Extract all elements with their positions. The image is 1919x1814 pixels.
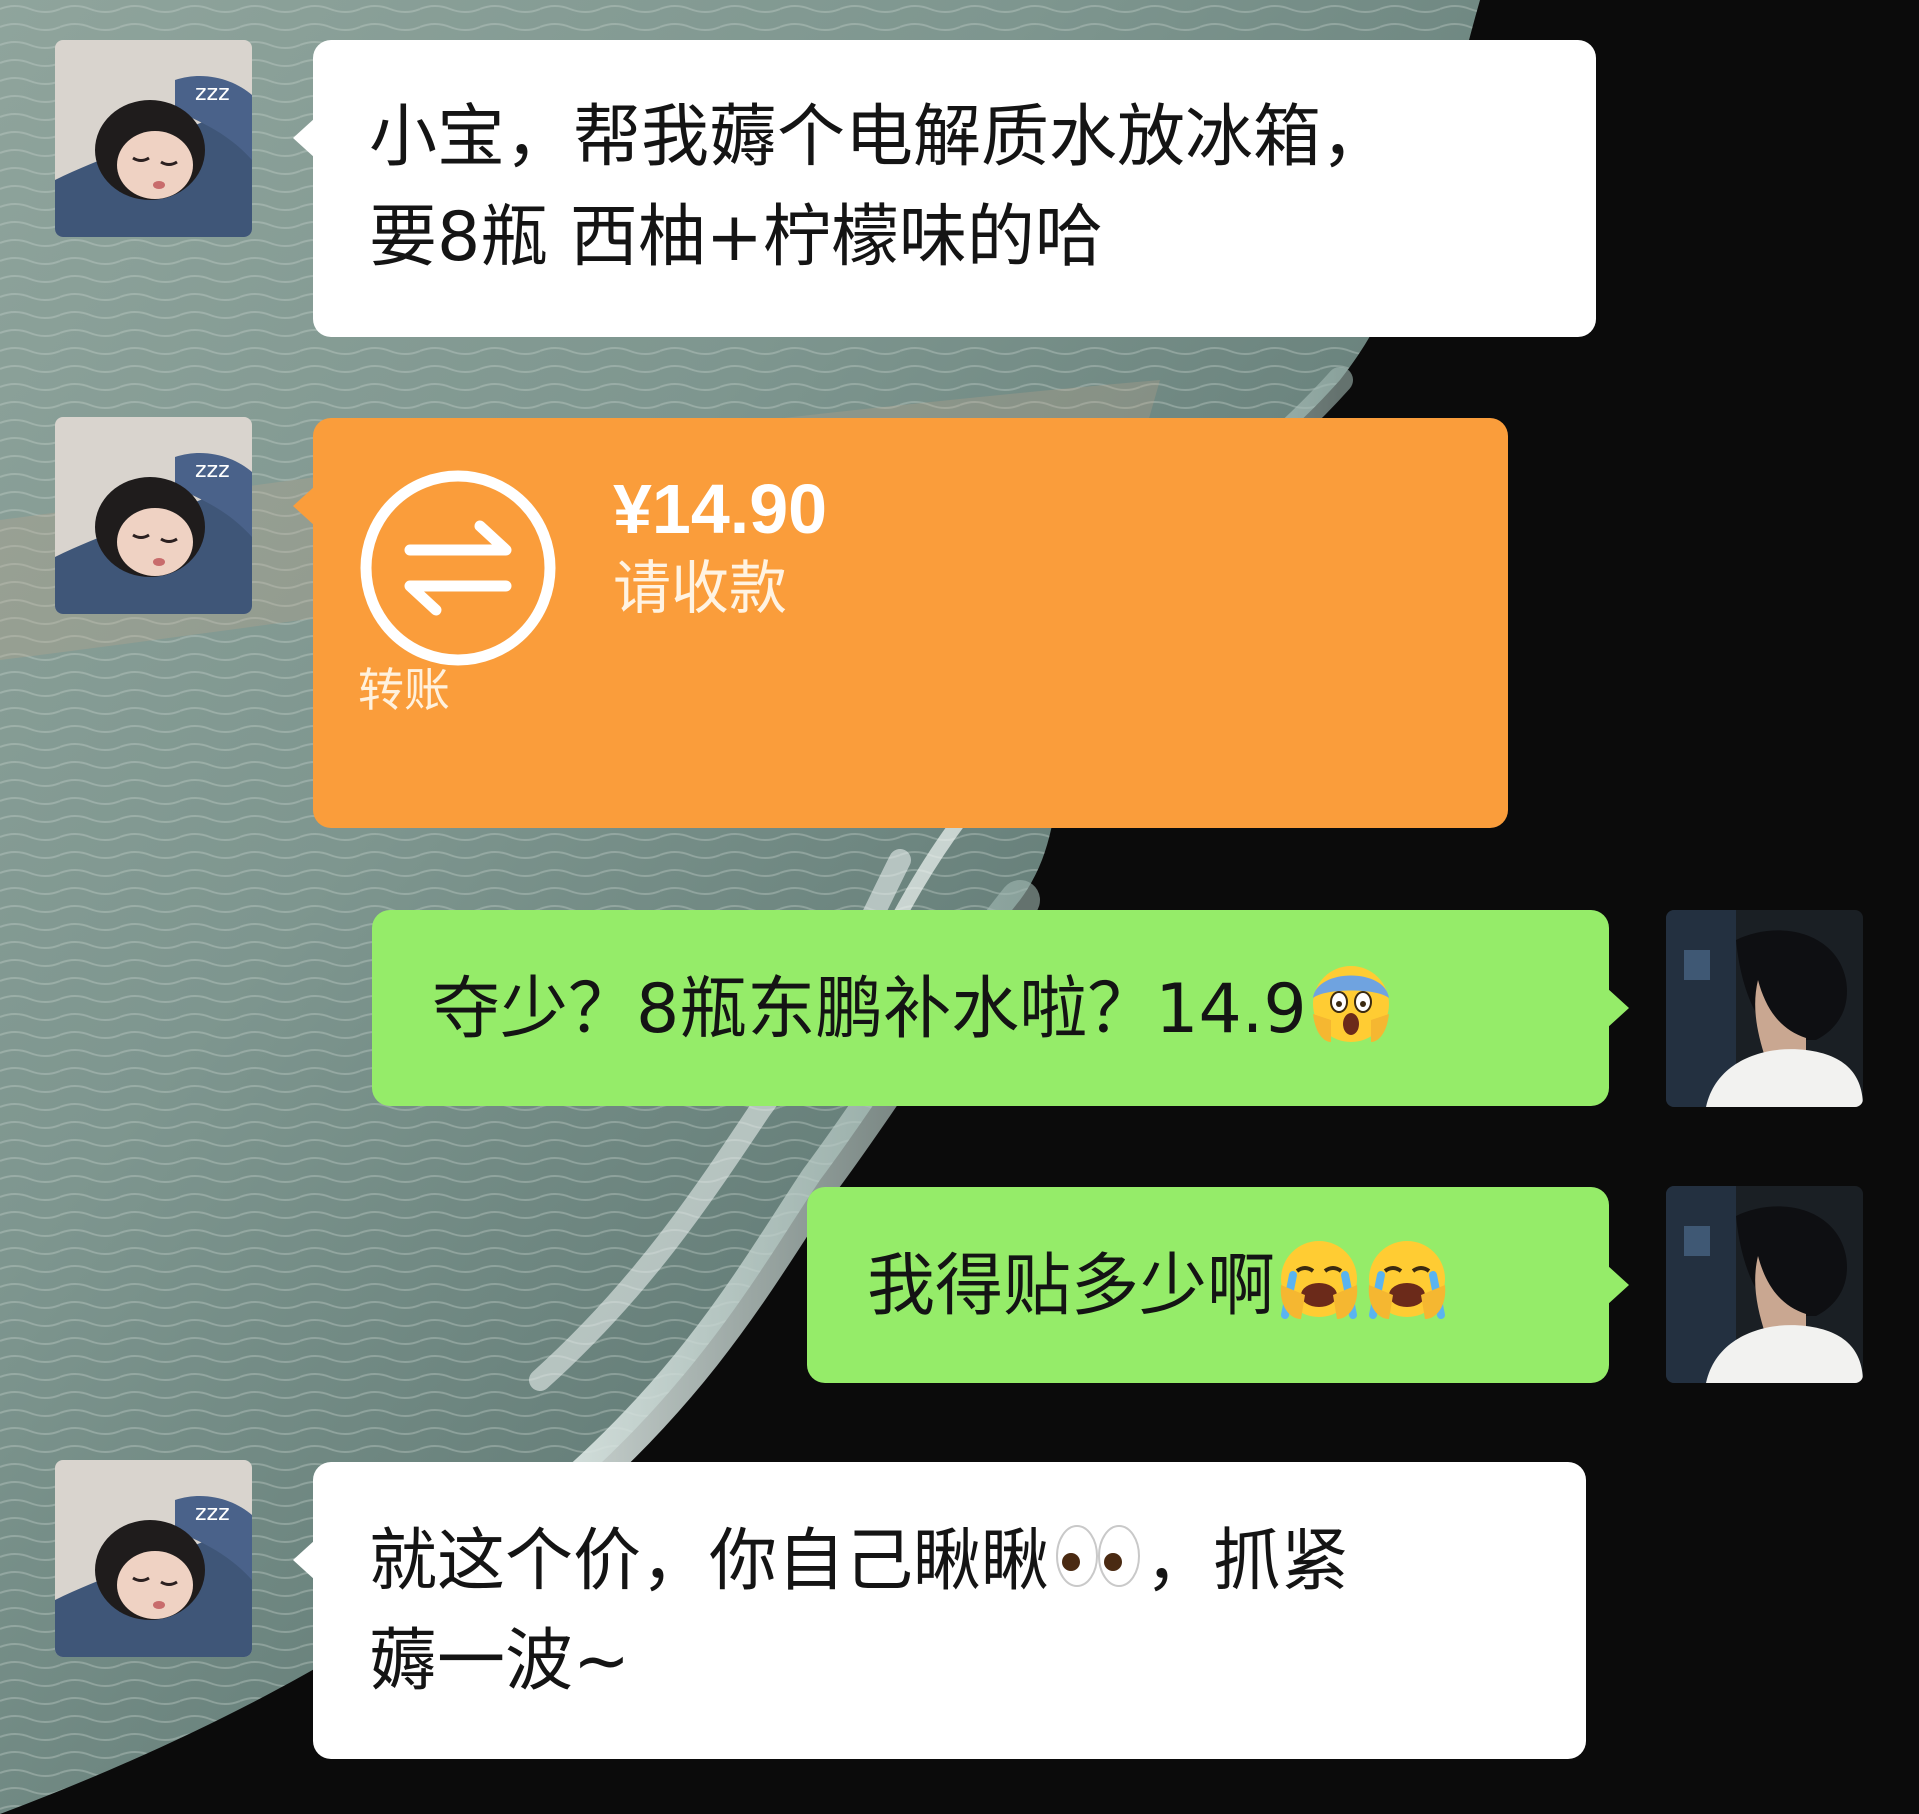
incoming-message-bubble[interactable]: 就这个价，你自己瞅瞅 ，抓紧 薅一波~ xyxy=(293,1462,1586,1759)
bubble-tail xyxy=(1607,1265,1629,1305)
outgoing-message-bubble[interactable]: 夺少？8瓶东鹏补水啦？14.9 xyxy=(372,910,1629,1106)
message-text: 我得贴多少啊 xyxy=(867,1247,1276,1326)
svg-text:zzz: zzz xyxy=(195,1501,230,1526)
transfer-amount: ¥14.90 xyxy=(613,470,828,548)
incoming-message-bubble[interactable]: 小宝，帮我薅个电解质水放冰箱， 要8瓶 西柚+柠檬味的哈 xyxy=(293,40,1596,337)
svg-text:zzz: zzz xyxy=(195,81,230,106)
sleeping-girl-avatar-image: zzz xyxy=(55,417,252,614)
bubble-tail xyxy=(293,118,315,158)
bubble-tail xyxy=(1607,988,1629,1028)
message-text-line: 要8瓶 西柚+柠檬味的哈 xyxy=(369,198,1103,277)
svg-text:zzz: zzz xyxy=(195,458,230,483)
outgoing-message-bubble[interactable]: 我得贴多少啊 xyxy=(807,1187,1629,1383)
eyes-icon xyxy=(1049,1510,1145,1598)
contact-avatar[interactable]: zzz xyxy=(55,1460,252,1657)
message-text: 就这个价，你自己瞅瞅 xyxy=(369,1522,1050,1601)
face-screaming-in-fear-icon xyxy=(1307,958,1395,1046)
contact-avatar[interactable]: zzz xyxy=(55,40,252,237)
sleeping-girl-avatar-image: zzz xyxy=(55,40,252,237)
loudly-crying-face-icon xyxy=(1363,1235,1451,1323)
transfer-label: 转账 xyxy=(358,663,450,717)
message-text-line: 薅一波~ xyxy=(369,1622,630,1701)
sleeping-girl-avatar-image: zzz xyxy=(55,1460,252,1657)
my-avatar[interactable] xyxy=(1666,910,1863,1107)
bubble-tail xyxy=(293,1540,315,1580)
boy-silhouette-avatar-image xyxy=(1666,910,1863,1107)
message-text-line: 小宝，帮我薅个电解质水放冰箱， xyxy=(369,98,1390,177)
transfer-status: 请收款 xyxy=(613,554,788,622)
message-text: ，抓紧 xyxy=(1145,1522,1350,1601)
bubble-tail xyxy=(293,486,315,526)
contact-avatar[interactable]: zzz xyxy=(55,417,252,614)
loudly-crying-face-icon xyxy=(1275,1235,1363,1323)
my-avatar[interactable] xyxy=(1666,1186,1863,1383)
transfer-card[interactable]: ¥14.90 请收款 转账 xyxy=(293,418,1508,828)
transfer-arrows-icon xyxy=(358,468,558,668)
message-text: 夺少？8瓶东鹏补水啦？14.9 xyxy=(432,970,1307,1049)
boy-silhouette-avatar-image xyxy=(1666,1186,1863,1383)
